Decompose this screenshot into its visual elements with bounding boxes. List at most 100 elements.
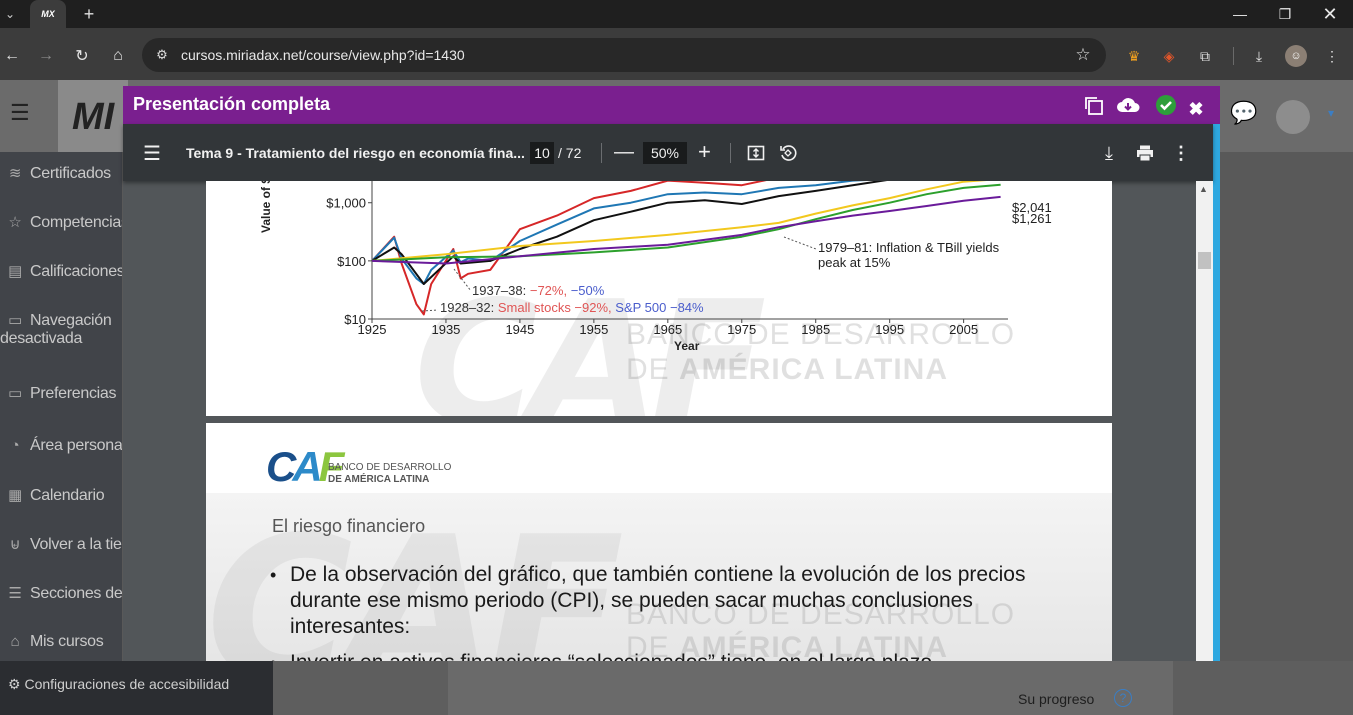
site-info-icon[interactable]: ⚙ xyxy=(152,45,172,65)
star-icon: ☆ xyxy=(8,214,22,231)
x-tick-label: 1965 xyxy=(653,322,682,337)
user-avatar[interactable] xyxy=(1276,100,1310,134)
x-tick-label: 1955 xyxy=(579,322,608,337)
accessibility-icon: ⚙ xyxy=(8,676,21,692)
x-tick-label: 1985 xyxy=(801,322,830,337)
page-total: / 72 xyxy=(558,145,582,161)
extension-hat-icon[interactable]: ◈ xyxy=(1158,45,1180,67)
pdf-page-chart: CAF BANCO DE DESARROLLO DE AMÉRICA LATIN… xyxy=(206,181,1112,416)
x-axis-label: Year xyxy=(674,339,700,353)
drawer-menu-icon[interactable]: ☰ xyxy=(10,100,30,126)
dashboard-icon: ◔ xyxy=(10,437,20,454)
x-tick-label: 1925 xyxy=(358,322,387,337)
folder-icon: ▭ xyxy=(8,385,22,402)
site-logo[interactable]: MI xyxy=(72,96,114,139)
browser-tab[interactable]: MX xyxy=(30,0,66,28)
sidebar-item-calendario[interactable]: ▦ Calendario xyxy=(0,486,122,505)
extensions-puzzle-icon[interactable]: ⧉ xyxy=(1194,45,1216,67)
browser-menu-icon[interactable]: ⋮ xyxy=(1321,45,1343,67)
annotation-1928: 1928–32: Small stocks −92%, S&P 500 −84% xyxy=(440,300,704,315)
annotation-1979-b: peak at 15% xyxy=(818,255,891,270)
sidebar-item-calificaciones[interactable]: ▤ Calificaciones xyxy=(0,262,122,281)
copy-icon[interactable] xyxy=(1081,92,1105,118)
x-tick-label: 1975 xyxy=(727,322,756,337)
slide-heading: El riesgo financiero xyxy=(272,516,426,536)
print-icon[interactable] xyxy=(1134,142,1156,164)
download-icon[interactable]: ⤓ xyxy=(1098,142,1120,164)
layers-icon: ≋ xyxy=(8,165,22,182)
y-tick-label: $100 xyxy=(337,254,366,269)
reload-icon[interactable]: ↻ xyxy=(70,44,94,68)
scroll-up-arrow-icon[interactable]: ▲ xyxy=(1199,184,1208,194)
zoom-out-icon[interactable]: — xyxy=(614,141,634,164)
sidebar-item-navegacion[interactable]: ▭ Navegación desactivada xyxy=(0,311,122,348)
zoom-input[interactable]: 50% xyxy=(643,142,687,164)
x-tick-label: 1995 xyxy=(875,322,904,337)
restore-icon[interactable]: ❐ xyxy=(1262,0,1308,28)
pdf-menu-icon[interactable]: ☰ xyxy=(143,141,161,166)
cloud-download-icon[interactable] xyxy=(1116,92,1140,118)
progress-label: Su progreso xyxy=(1018,691,1095,707)
pdf-title: Tema 9 - Tratamiento del riesgo en econo… xyxy=(186,145,525,161)
home-icon[interactable]: ⌂ xyxy=(106,44,130,68)
browser-tab-bar xyxy=(0,0,1353,28)
bullet-item: • De la observación del gráfico, que tamb… xyxy=(270,563,1026,638)
extension-crown-icon[interactable]: ♛ xyxy=(1123,45,1145,67)
page-number-input[interactable]: 10 xyxy=(530,142,554,164)
check-icon[interactable] xyxy=(1154,92,1178,118)
annotation-1979-leader xyxy=(783,236,817,250)
user-menu-caret-icon[interactable]: ▾ xyxy=(1328,106,1334,120)
pdf-page-text: CAF BANCO DE DESARROLLO DE AMÉRICA LATIN… xyxy=(206,423,1112,661)
new-tab-plus-icon[interactable]: + xyxy=(78,2,100,26)
logo-line2: DE AMÉRICA LATINA xyxy=(328,474,430,485)
sidebar-item-certificados[interactable]: ≋ Certificados xyxy=(0,164,122,183)
wealth-chart: Value of $ $10$100$1,0001925 1935 1945 1955… xyxy=(259,181,1052,353)
calendar-icon: ▦ xyxy=(8,487,22,504)
modal-title: Presentación completa xyxy=(133,94,331,114)
minimize-icon[interactable]: — xyxy=(1217,0,1263,28)
sidebar-item-preferencias[interactable]: ▭ Preferencias xyxy=(0,384,122,403)
cart-icon: ⊌ xyxy=(9,536,21,553)
fit-page-icon[interactable] xyxy=(745,142,767,164)
downloads-icon[interactable]: ⤓ xyxy=(1248,45,1270,67)
sidebar-item-area-personal[interactable]: ◔ Área personal xyxy=(0,437,122,455)
close-window-icon[interactable]: ✕ xyxy=(1307,0,1353,28)
toolbar-divider xyxy=(601,143,602,163)
annotation-1937-leader xyxy=(453,268,472,292)
modal-scroll-accent xyxy=(1213,124,1220,661)
accessibility-link[interactable]: ⚙ Configuraciones de accesibilidad xyxy=(8,676,229,693)
annotation-1979: 1979–81: Inflation & TBill yields xyxy=(818,240,1000,255)
y-tick-label: $1,000 xyxy=(326,196,366,211)
more-options-icon[interactable]: ⋮ xyxy=(1170,142,1192,164)
x-tick-label: 2005 xyxy=(949,322,978,337)
y-axis-label: Value of $ xyxy=(259,181,273,233)
messages-icon[interactable]: 💬 xyxy=(1230,100,1257,126)
end-label-1261: $1,261 xyxy=(1012,211,1052,226)
sidebar-item-competencias[interactable]: ☆ Competencias xyxy=(0,213,122,232)
sidebar-item-volver-tienda[interactable]: ⊌Volver a la tienda xyxy=(0,535,122,554)
logo-line1: BANCO DE DESARROLLO xyxy=(328,462,452,473)
pdf-scroll-thumb[interactable] xyxy=(1198,252,1211,269)
help-icon[interactable]: ? xyxy=(1114,689,1132,707)
folder-icon: ▭ xyxy=(8,312,22,329)
x-tick-label: 1945 xyxy=(505,322,534,337)
bullet-item: •Invertir en activos financieros “selecc… xyxy=(270,650,1030,661)
toolbar-divider xyxy=(730,143,731,163)
rotate-icon[interactable] xyxy=(777,142,799,164)
tab-favicon: MX xyxy=(41,9,55,19)
bookmark-star-icon[interactable]: ☆ xyxy=(1072,44,1094,66)
sidebar-item-secciones[interactable]: ☰Secciones del curso xyxy=(0,584,122,603)
sidebar-item-mis-cursos[interactable]: ⌂ Mis cursos xyxy=(0,633,122,651)
back-arrow-icon[interactable]: ← xyxy=(0,44,24,68)
tab-search-chevron-icon[interactable]: ⌄ xyxy=(0,2,20,26)
forward-arrow-icon[interactable]: → xyxy=(34,44,58,68)
profile-avatar-icon[interactable]: ☺ xyxy=(1285,45,1307,67)
course-sidebar: ≋ Certificados ☆ Competencias ▤ Calificacio… xyxy=(0,152,122,661)
book-icon: ▤ xyxy=(8,263,22,280)
x-tick-label: 1935 xyxy=(431,322,460,337)
zoom-in-icon[interactable]: + xyxy=(698,139,711,165)
list-icon: ☰ xyxy=(8,585,22,602)
annotation-1937: 1937–38: −72%, −50% xyxy=(472,283,605,298)
url-text[interactable]: cursos.miriadax.net/course/view.php?id=1… xyxy=(181,47,465,63)
close-modal-icon[interactable]: ✖ xyxy=(1186,96,1206,122)
